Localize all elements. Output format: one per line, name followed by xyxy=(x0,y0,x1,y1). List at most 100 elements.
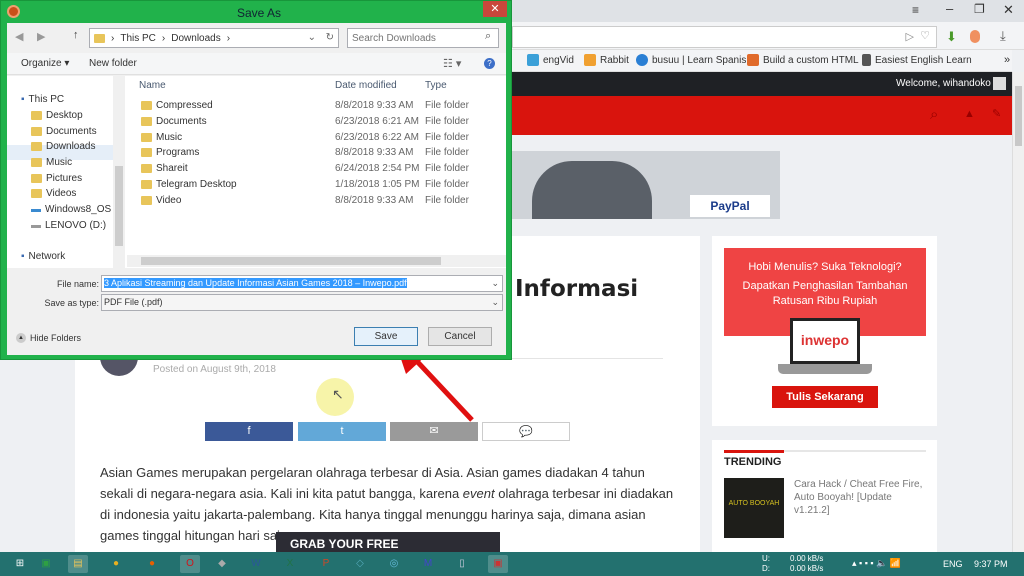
taskbar-app-icon[interactable]: ◇ xyxy=(350,555,370,573)
organize-button[interactable]: Organize ▾ xyxy=(21,58,69,69)
laptop-base xyxy=(778,364,872,374)
heart-icon[interactable]: ♡ xyxy=(920,29,930,42)
file-row[interactable]: Video 8/8/2018 9:33 AM File folder xyxy=(141,195,469,206)
tray-icons[interactable]: ▴ ▪ ▪ ▪ 🔈 📶 xyxy=(852,558,901,569)
file-row[interactable]: Documents 6/23/2018 6:21 AM File folder xyxy=(141,116,469,127)
folder-icon xyxy=(31,127,42,136)
new-folder-button[interactable]: New folder xyxy=(89,58,137,69)
write-now-button[interactable]: Tulis Sekarang xyxy=(772,386,878,408)
file-row[interactable]: Shareit 6/24/2018 2:54 PM File folder xyxy=(141,163,469,174)
extension-icon[interactable]: ⬇ xyxy=(946,29,957,45)
chevron-up-icon[interactable]: ▲ xyxy=(16,333,26,343)
download-icon[interactable]: ⤓ xyxy=(1000,28,1006,44)
taskbar-opera-icon[interactable]: O xyxy=(180,555,200,573)
column-date[interactable]: Date modified xyxy=(335,80,397,91)
language-indicator[interactable]: ENG xyxy=(943,559,963,569)
chevron-down-icon[interactable]: ⌄ xyxy=(308,32,316,43)
bookmark[interactable]: Build a custom HTML xyxy=(747,54,859,66)
taskbar-app-icon[interactable]: ▣ xyxy=(488,555,508,573)
breadcrumb-this-pc[interactable]: This PC xyxy=(120,33,156,44)
bookmark[interactable]: Easiest English Learn xyxy=(862,54,972,66)
bookmark[interactable]: Rabbit xyxy=(584,54,629,66)
taskbar-app-icon[interactable]: ◆ xyxy=(212,555,232,573)
ad-banner-top[interactable]: PayPal xyxy=(512,151,780,219)
save-type-select[interactable]: PDF File (.pdf) ⌄ xyxy=(101,294,503,311)
promo-card: Hobi Menulis? Suka Teknologi? Dapatkan P… xyxy=(712,236,937,426)
menu-icon[interactable]: ≡ xyxy=(912,3,919,17)
net-down-speed: 0.00 kB/s xyxy=(790,564,824,573)
send-icon[interactable]: ▷ xyxy=(906,30,914,43)
avatar[interactable] xyxy=(993,77,1006,90)
breadcrumb-downloads[interactable]: Downloads xyxy=(171,33,220,44)
forward-button[interactable]: ▶ xyxy=(37,30,45,43)
file-name-input[interactable]: 3 Aplikasi Streaming dan Update Informas… xyxy=(101,275,503,292)
taskbar-app-icon[interactable]: ▣ xyxy=(36,555,56,573)
taskbar-powerpoint-icon[interactable]: P xyxy=(316,555,336,573)
nav-network[interactable]: ▪ Network xyxy=(21,251,65,262)
url-input[interactable]: ▷ ♡ xyxy=(512,26,937,48)
taskbar-app-icon[interactable]: ◎ xyxy=(384,555,404,573)
taskbar: ⊞ ▣ ▤ ● ● O ◆ W X P ◇ ◎ M ▯ ▣ U: D: 0.00 kB/s 0.00 kB/… xyxy=(0,552,1024,576)
nav-drive-d[interactable]: ▬ LENOVO (D:) xyxy=(31,220,106,231)
taskbar-app-icon[interactable]: ▯ xyxy=(452,555,472,573)
horizontal-scrollbar[interactable] xyxy=(127,255,506,267)
up-button[interactable]: ↑ xyxy=(73,29,79,41)
taskbar-app-icon[interactable]: M xyxy=(418,555,438,573)
search-input[interactable] xyxy=(347,28,499,48)
taskbar-file-explorer-icon[interactable]: ▤ xyxy=(68,555,88,573)
nav-scrollbar[interactable] xyxy=(113,76,125,268)
taskbar-excel-icon[interactable]: X xyxy=(280,555,300,573)
file-row[interactable]: Compressed 8/8/2018 9:33 AM File folder xyxy=(141,100,469,111)
share-twitter-button[interactable]: t xyxy=(298,422,386,441)
nav-videos[interactable]: Videos xyxy=(31,188,76,199)
page-scrollbar[interactable] xyxy=(1012,72,1024,552)
save-button[interactable]: Save xyxy=(354,327,418,346)
nav-desktop[interactable]: Desktop xyxy=(31,110,83,121)
taskbar-word-icon[interactable]: W xyxy=(246,555,266,573)
taskbar-firefox-icon[interactable]: ● xyxy=(142,555,162,573)
bookmark[interactable]: busuu | Learn Spanis xyxy=(636,54,746,66)
dialog-close-button[interactable]: ✕ xyxy=(483,1,507,17)
minimize-button[interactable]: – xyxy=(946,1,953,16)
column-name[interactable]: Name xyxy=(139,80,166,91)
view-options-icon[interactable]: ☷ ▾ xyxy=(443,57,461,70)
back-button[interactable]: ◀ xyxy=(15,30,23,43)
help-icon[interactable]: ? xyxy=(484,58,495,69)
trending-thumbnail[interactable]: AUTO BOOYAH xyxy=(724,478,784,538)
comment-button[interactable]: 💬 xyxy=(482,422,570,441)
column-type[interactable]: Type xyxy=(425,80,447,91)
nav-drive-c[interactable]: ▬Windows8_OS (C:) xyxy=(31,204,113,215)
file-row[interactable]: Music 6/23/2018 6:22 AM File folder xyxy=(141,132,469,143)
welcome-text[interactable]: Welcome, wihandoko xyxy=(896,78,991,89)
share-facebook-button[interactable]: f xyxy=(205,422,293,441)
hide-folders-button[interactable]: Hide Folders xyxy=(30,333,81,343)
nav-this-pc[interactable]: ▪ This PC xyxy=(21,94,64,105)
taskbar-start-icon[interactable]: ⊞ xyxy=(10,555,30,573)
trending-link[interactable]: Cara Hack / Cheat Free Fire, Auto Booyah… xyxy=(794,478,926,517)
bookmark[interactable]: engVid xyxy=(527,54,574,66)
clock[interactable]: 9:37 PM xyxy=(974,559,1008,569)
search-icon[interactable]: ⌕ xyxy=(930,106,938,123)
bell-icon[interactable]: ▲ xyxy=(964,108,975,120)
nav-music[interactable]: Music xyxy=(31,157,72,168)
refresh-icon[interactable]: ↻ xyxy=(326,32,334,43)
extension-icon-2[interactable] xyxy=(970,30,980,43)
nav-pictures[interactable]: Pictures xyxy=(31,173,82,184)
restore-button[interactable]: ❐ xyxy=(974,2,985,16)
taskbar-chrome-icon[interactable]: ● xyxy=(106,555,126,573)
breadcrumb[interactable]: › This PC › Downloads › ⌄ ↻ xyxy=(89,28,339,48)
file-row[interactable]: Programs 8/8/2018 9:33 AM File folder xyxy=(141,147,469,158)
close-button[interactable]: ✕ xyxy=(1003,2,1014,18)
paypal-logo: PayPal xyxy=(690,195,770,217)
more-bookmarks-button[interactable]: » xyxy=(1004,54,1010,66)
pencil-icon[interactable]: ✎ xyxy=(992,107,1001,120)
nav-documents[interactable]: Documents xyxy=(31,126,97,137)
folder-icon xyxy=(31,142,42,151)
search-icon: ⌕ xyxy=(485,30,492,42)
file-row[interactable]: Telegram Desktop 1/18/2018 1:05 PM File fo… xyxy=(141,179,469,190)
post-date: Posted on August 9th, 2018 xyxy=(153,364,276,375)
ad-banner-bottom[interactable]: GRAB YOUR FREE xyxy=(276,532,500,552)
save-type-label: Save as type: xyxy=(44,298,99,308)
nav-downloads[interactable]: Downloads xyxy=(31,141,95,152)
cancel-button[interactable]: Cancel xyxy=(428,327,492,346)
